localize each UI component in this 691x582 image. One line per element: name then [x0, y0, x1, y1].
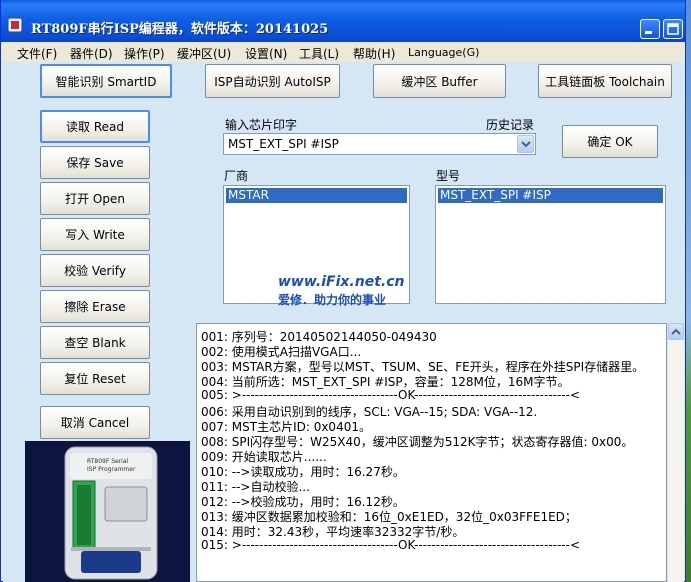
cancel-button[interactable]: 取消 Cancel: [40, 406, 150, 439]
autoisp-button[interactable]: ISP自动识别 AutoISP: [205, 64, 340, 98]
verify-button[interactable]: 校验 Verify: [40, 254, 150, 287]
title-bar[interactable]: RT809F串行ISP编程器，软件版本：20141025: [1, 0, 685, 42]
menu-language[interactable]: Language(G): [408, 46, 479, 59]
log-output[interactable]: 001: 序列号：20140502144050-049430 002: 使用模式…: [196, 323, 667, 582]
device-photo: RT809F Serial ISP Programmer: [25, 441, 190, 582]
ok-button[interactable]: 确定 OK: [562, 125, 658, 158]
maximize-icon: [667, 23, 679, 35]
menu-bar: 文件(F) 器件(D) 操作(P) 缓冲区(U) 设置(N) 工具(L) 帮助(…: [1, 42, 685, 62]
menu-buffer[interactable]: 缓冲区(U): [177, 45, 231, 62]
buffer-button[interactable]: 缓冲区 Buffer: [373, 64, 506, 98]
smartid-button[interactable]: 智能识别 SmartID: [40, 64, 172, 98]
model-label: 型号: [436, 169, 461, 183]
maximize-button[interactable]: [663, 19, 683, 39]
menu-help[interactable]: 帮助(H): [353, 45, 395, 62]
manufacturer-label: 厂商: [224, 169, 249, 183]
toolchain-button[interactable]: 工具链面板 Toolchain: [538, 64, 672, 98]
chip-input-label: 输入芯片印字: [225, 118, 298, 132]
erase-button[interactable]: 擦除 Erase: [40, 290, 150, 323]
menu-tools[interactable]: 工具(L): [299, 45, 339, 62]
write-button[interactable]: 写入 Write: [40, 218, 150, 251]
window-title: RT809F串行ISP编程器，软件版本：20141025: [31, 22, 329, 37]
menu-operate[interactable]: 操作(P): [124, 45, 165, 62]
watermark-url: www.iFix.net.cn: [278, 274, 405, 290]
menu-settings[interactable]: 设置(N): [245, 45, 287, 62]
watermark-slogan: 爱修．助力你的事业: [278, 293, 387, 307]
device-label-line2: ISP Programmer: [87, 466, 136, 473]
combobox-dropdown-button[interactable]: [517, 135, 534, 153]
save-button[interactable]: 保存 Save: [40, 146, 150, 179]
read-button[interactable]: 读取 Read: [40, 110, 150, 143]
history-label: 历史记录: [486, 118, 535, 132]
chip-combobox[interactable]: MST_EXT_SPI #ISP: [223, 133, 536, 155]
chevron-down-icon: [520, 141, 531, 148]
menu-file[interactable]: 文件(F): [17, 45, 57, 62]
app-icon: [7, 17, 23, 33]
blank-button[interactable]: 查空 Blank: [40, 326, 150, 359]
reset-button[interactable]: 复位 Reset: [40, 362, 150, 395]
scroll-up-button[interactable]: [668, 323, 684, 340]
chevron-up-icon: [671, 328, 681, 335]
minimize-button[interactable]: [640, 19, 660, 39]
minimize-icon: [645, 31, 652, 34]
manufacturer-list-item[interactable]: MSTAR: [226, 188, 407, 203]
watermark: www.iFix.net.cn 爱修．助力你的事业: [278, 274, 404, 308]
open-button[interactable]: 打开 Open: [40, 182, 150, 215]
model-list-item[interactable]: MST_EXT_SPI #ISP: [438, 188, 663, 203]
log-scrollbar[interactable]: [667, 323, 684, 582]
log-line: 015: >----------------------------------…: [201, 538, 581, 552]
log-line: 005: >----------------------------------…: [201, 388, 581, 402]
model-list[interactable]: MST_EXT_SPI #ISP: [435, 185, 666, 304]
menu-device[interactable]: 器件(D): [70, 45, 113, 62]
programmer-device-illustration: RT809F Serial ISP Programmer: [25, 441, 190, 582]
chip-combobox-value: MST_EXT_SPI #ISP: [228, 137, 339, 151]
device-label-line1: RT809F Serial: [87, 458, 129, 465]
